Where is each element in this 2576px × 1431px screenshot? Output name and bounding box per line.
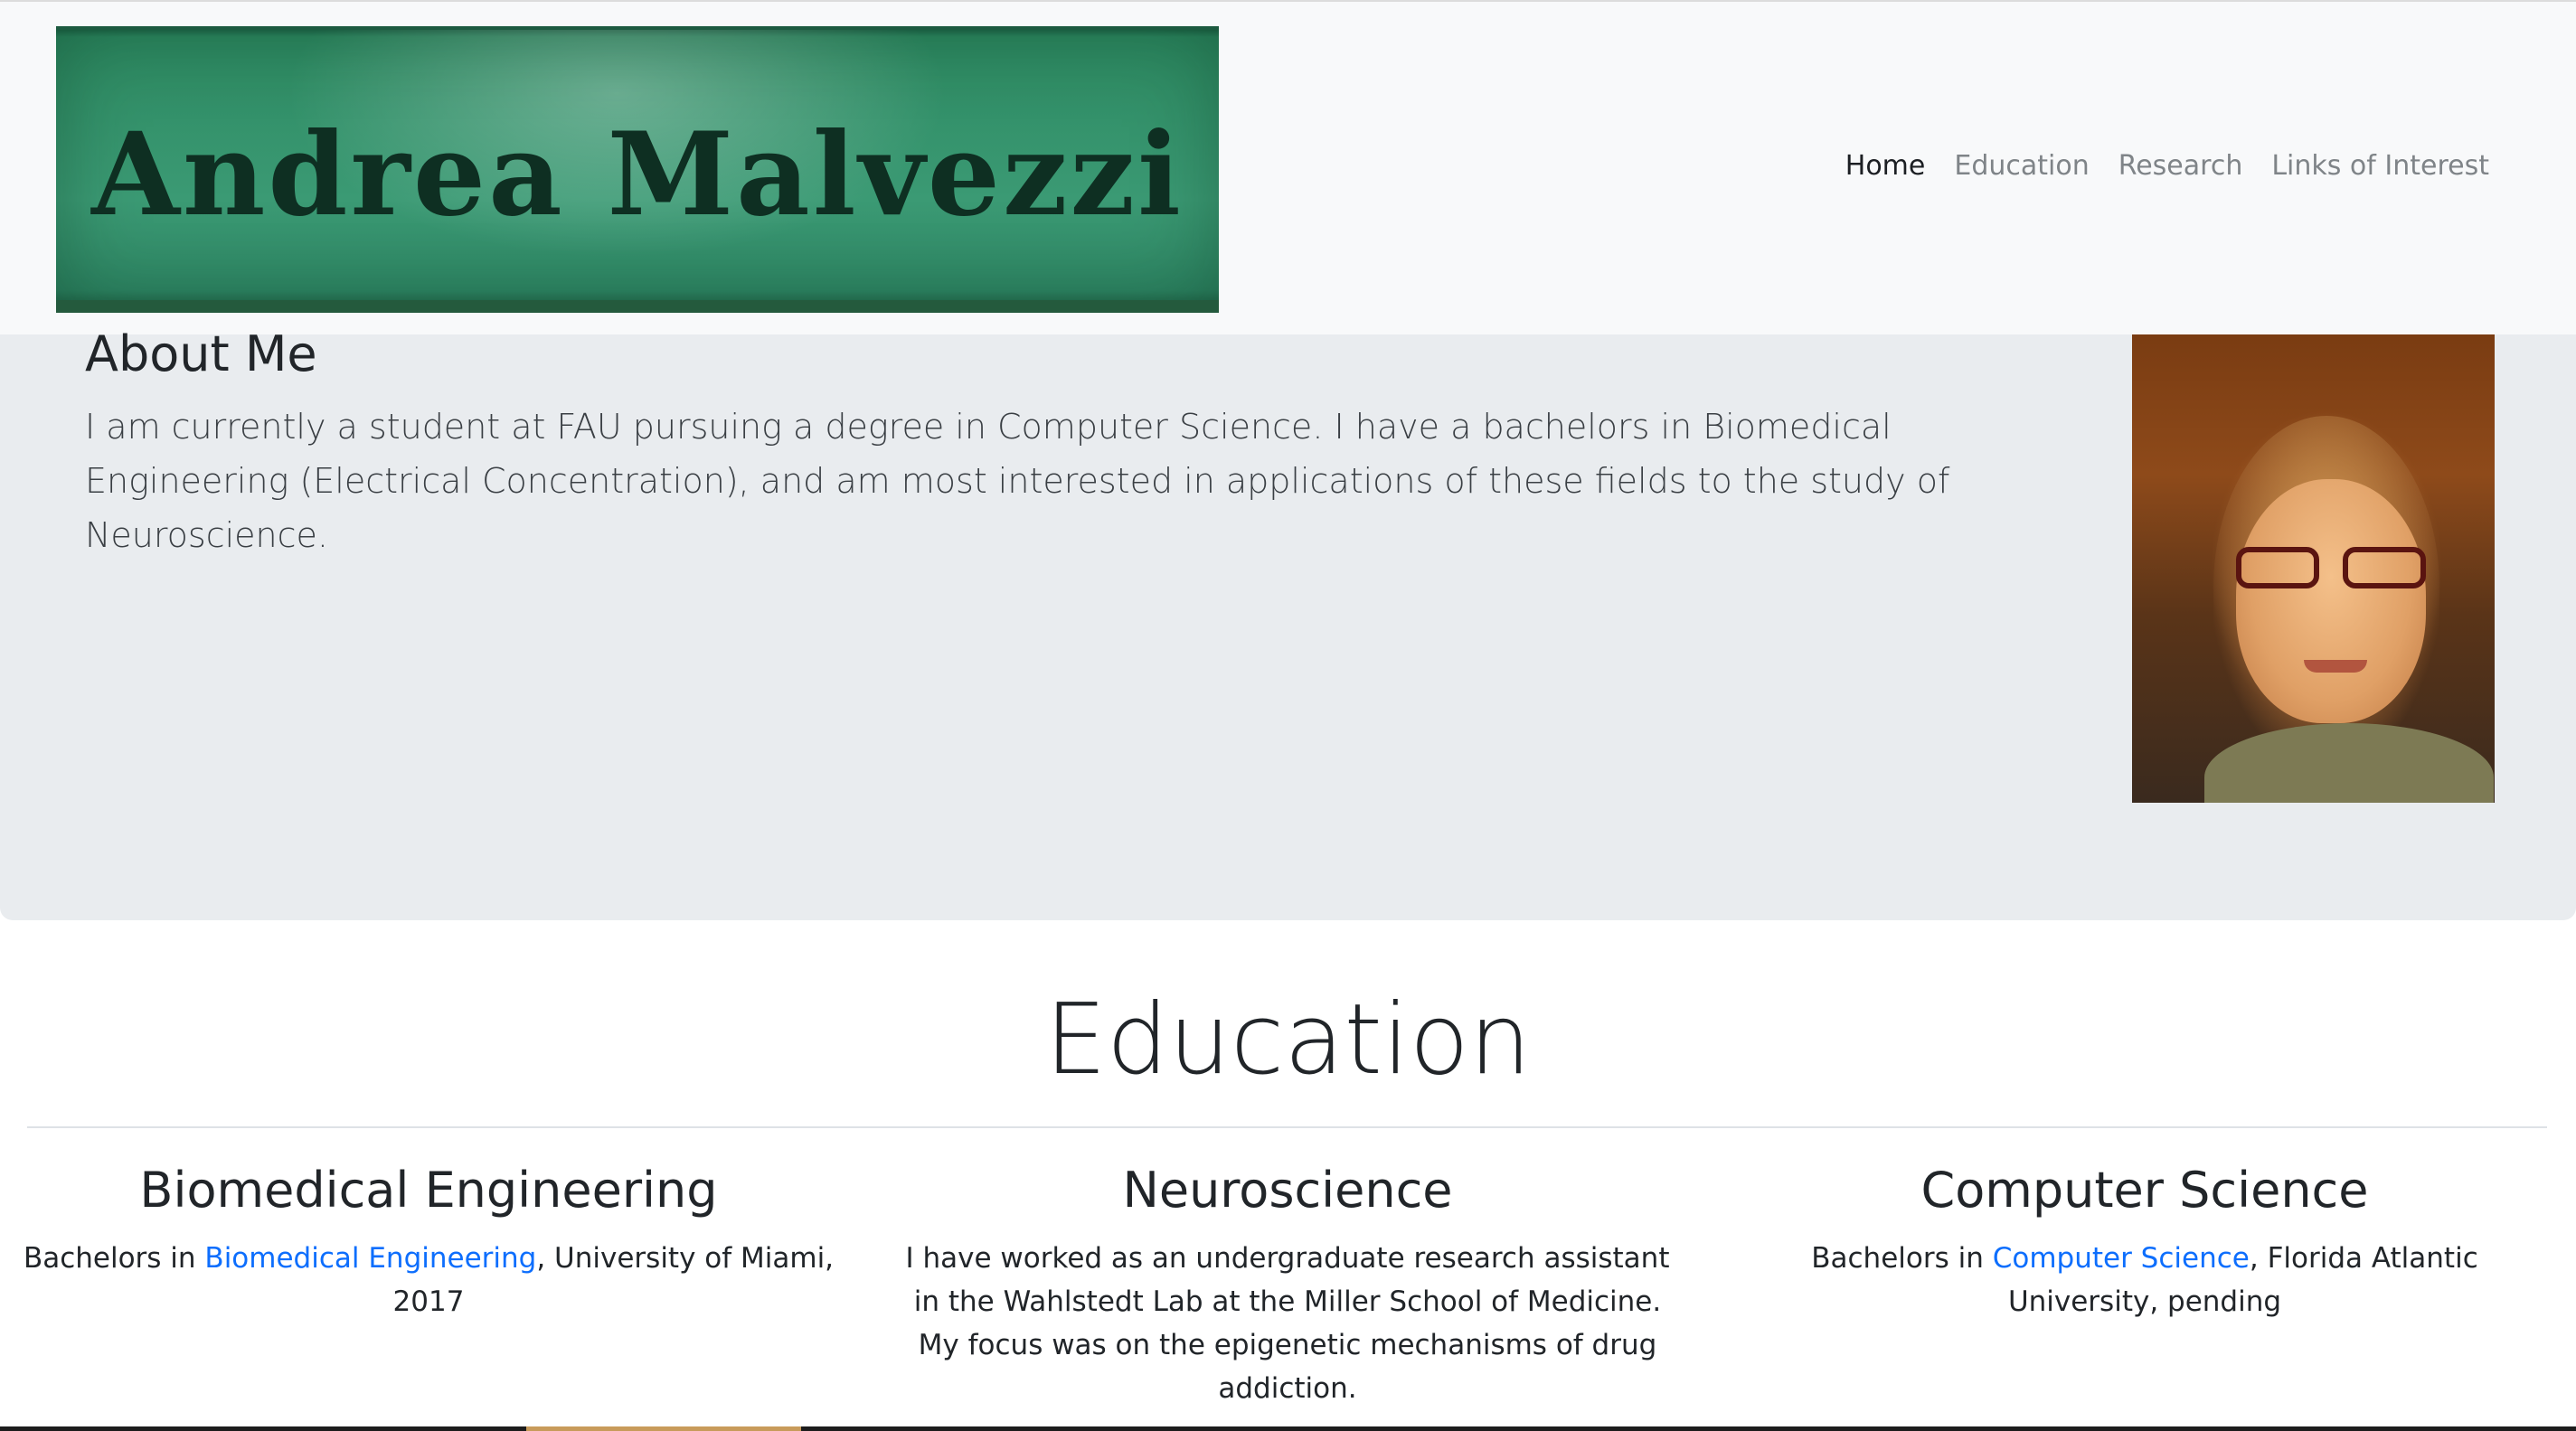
- nav-link-research[interactable]: Research: [2104, 150, 2258, 182]
- about-title: About Me: [85, 325, 317, 382]
- bottom-edge: [0, 1426, 2576, 1431]
- education-text-prefix: Bachelors in: [1811, 1242, 1993, 1275]
- brand-title: Andrea Malvezzi: [91, 107, 1184, 241]
- nav-links: Home Education Research Links of Interes…: [1831, 150, 2504, 182]
- bottom-accent: [526, 1426, 801, 1431]
- nav-link-education[interactable]: Education: [1939, 150, 2103, 182]
- education-column-neuroscience: Neuroscience I have worked as an undergr…: [872, 1157, 1703, 1410]
- education-column-text: Bachelors in Biomedical Engineering, Uni…: [13, 1237, 845, 1323]
- education-column-text: Bachelors in Computer Science, Florida A…: [1747, 1237, 2543, 1323]
- education-column-text: I have worked as an undergraduate resear…: [905, 1242, 1670, 1405]
- education-heading: Education: [1044, 984, 1532, 1097]
- education-divider: [27, 1126, 2547, 1128]
- biomedical-engineering-link[interactable]: Biomedical Engineering: [204, 1242, 536, 1275]
- profile-photo: [2132, 334, 2495, 803]
- photo-shirt: [2204, 723, 2494, 803]
- education-column-title: Computer Science: [1920, 1162, 2369, 1219]
- education-text-prefix: Bachelors in: [23, 1242, 205, 1275]
- photo-face: [2236, 479, 2426, 723]
- nav-link-home[interactable]: Home: [1831, 150, 1940, 182]
- photo-glasses: [2236, 547, 2426, 592]
- education-column-title: Biomedical Engineering: [139, 1162, 718, 1219]
- photo-mouth: [2304, 660, 2367, 673]
- about-text: I am currently a student at FAU pursuing…: [85, 407, 1950, 555]
- education-column-computer-science: Computer Science Bachelors in Computer S…: [1729, 1157, 2561, 1323]
- about-section: About Me I am currently a student at FAU…: [0, 325, 2576, 920]
- navbar: Andrea Malvezzi Home Education Research …: [0, 0, 2576, 334]
- brand-banner[interactable]: Andrea Malvezzi: [56, 26, 1219, 313]
- nav-link-links-of-interest[interactable]: Links of Interest: [2257, 150, 2504, 182]
- education-column-biomedical: Biomedical Engineering Bachelors in Biom…: [13, 1157, 845, 1323]
- page: Andrea Malvezzi Home Education Research …: [0, 0, 2576, 1431]
- education-column-title: Neuroscience: [1122, 1162, 1453, 1219]
- computer-science-link[interactable]: Computer Science: [1993, 1242, 2250, 1275]
